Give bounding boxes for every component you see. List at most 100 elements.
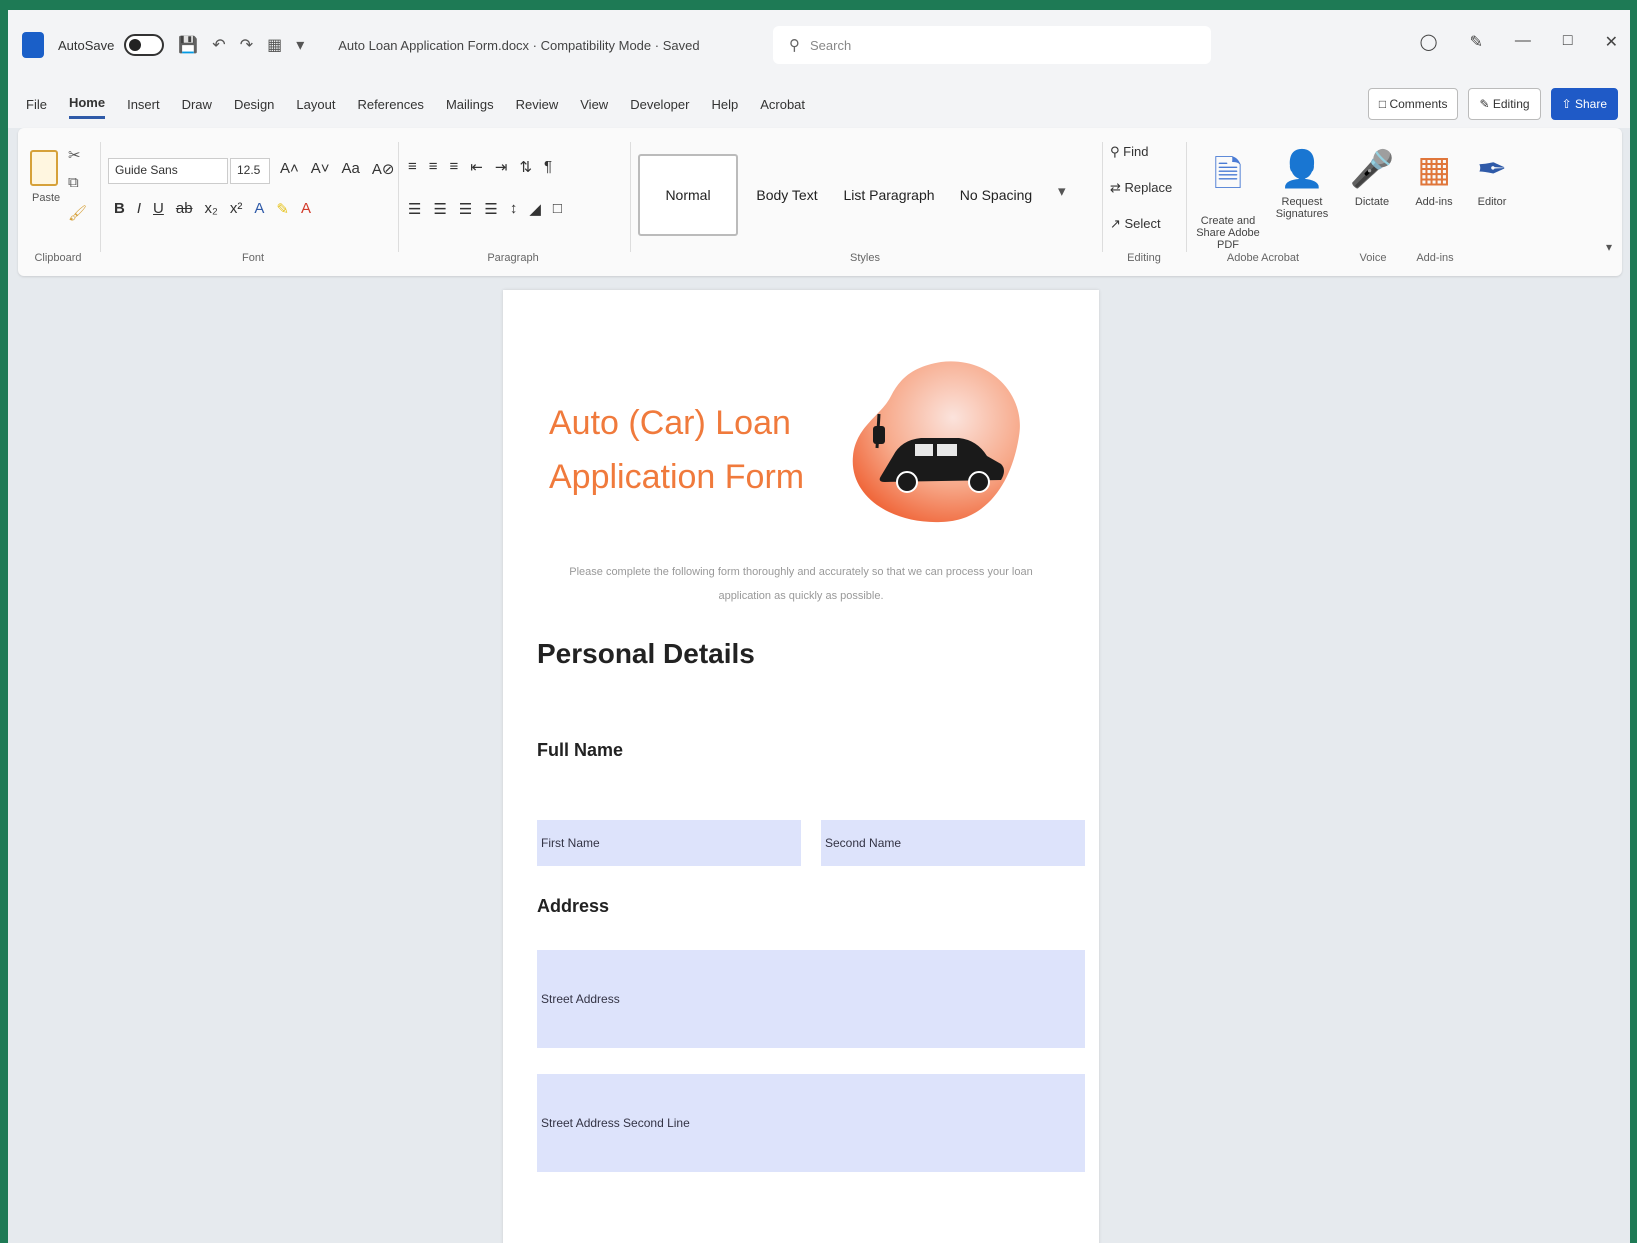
redo-icon[interactable]: ↷ xyxy=(240,35,253,55)
autosave-toggle[interactable] xyxy=(124,34,165,56)
styles-more-icon[interactable]: ▾ xyxy=(1058,182,1066,200)
customize-qat-icon[interactable]: ▾ xyxy=(296,35,304,55)
paragraph-group-label: Paragraph xyxy=(487,252,539,264)
minimize-icon[interactable]: — xyxy=(1515,32,1531,52)
street-address-2-field[interactable]: Street Address Second Line xyxy=(537,1074,1085,1172)
comment-icon: □ xyxy=(1378,97,1390,111)
font-group: Guide Sans 12.5 A˄ A˅ Aa A⊘ B I U ab x₂ … xyxy=(18,136,398,268)
alignment-tools: ☰ ☰ ☰ ☰ ↕ ◢ □ xyxy=(408,200,562,218)
decrease-indent-icon[interactable]: ⇤ xyxy=(470,158,483,176)
tab-review[interactable]: Review xyxy=(516,91,559,118)
signature-icon: 👤 xyxy=(1279,148,1325,189)
street-address-placeholder: Street Address xyxy=(541,992,620,1006)
undo-icon[interactable]: ↶ xyxy=(212,35,225,55)
tab-home[interactable]: Home xyxy=(68,89,106,119)
change-case-icon[interactable]: Aa xyxy=(342,160,360,178)
italic-icon[interactable]: I xyxy=(137,200,141,218)
editing-group: ⚲ Find ⇄ Replace ↗ Select Editing xyxy=(1104,136,1184,268)
borders-icon[interactable]: □ xyxy=(553,200,562,218)
subscript-icon[interactable]: x₂ xyxy=(205,200,218,218)
replace-label: Replace xyxy=(1124,180,1173,195)
create-pdf-button[interactable]: 🗎 Create and Share Adobe PDF xyxy=(1188,148,1268,251)
tab-references[interactable]: References xyxy=(357,91,423,118)
share-button[interactable]: ⇧ Share xyxy=(1550,88,1618,120)
editing-button[interactable]: ✎ Editing xyxy=(1468,88,1541,120)
underline-icon[interactable]: U xyxy=(153,200,164,218)
editor-group: ✒ Editor xyxy=(1458,136,1528,268)
clear-format-icon[interactable]: A⊘ xyxy=(372,160,395,178)
font-format-tools: B I U ab x₂ x² A ✎ A xyxy=(114,200,311,218)
first-name-placeholder: First Name xyxy=(541,836,600,850)
car-badge-image xyxy=(852,361,1020,523)
shrink-font-icon[interactable]: A˅ xyxy=(311,160,330,178)
shading-icon[interactable]: ◢ xyxy=(529,200,541,218)
collapse-ribbon-icon[interactable]: ▾ xyxy=(1606,240,1612,254)
ribbon-tabs: File Home Insert Draw Design Layout Refe… xyxy=(8,80,1630,128)
form-heading: Auto (Car) Loan Application Form xyxy=(549,396,829,504)
align-right-icon[interactable]: ☰ xyxy=(459,200,472,218)
style-body-text[interactable]: Body Text xyxy=(742,154,832,236)
heading-line-1: Auto (Car) Loan xyxy=(549,404,791,442)
search-box[interactable]: ⚲ Search xyxy=(773,26,1211,64)
maximize-icon[interactable]: □ xyxy=(1563,32,1573,52)
style-normal[interactable]: Normal xyxy=(638,154,738,236)
find-item[interactable]: ⚲ Find xyxy=(1110,144,1148,160)
bold-icon[interactable]: B xyxy=(114,200,125,218)
style-list-paragraph[interactable]: List Paragraph xyxy=(834,154,944,236)
editing-label: Editing xyxy=(1492,97,1530,111)
street-address-field[interactable]: Street Address xyxy=(537,950,1085,1048)
pen-icon[interactable]: ✎ xyxy=(1470,32,1483,52)
text-effects-icon[interactable]: A xyxy=(254,200,264,218)
pdf-icon: 🗎 xyxy=(1213,153,1243,194)
justify-icon[interactable]: ☰ xyxy=(484,200,497,218)
first-name-field[interactable]: First Name xyxy=(537,820,801,866)
font-color-icon[interactable]: A xyxy=(301,200,311,218)
word-window: AutoSave 💾 ↶ ↷ ▦ ▾ Auto Loan Application… xyxy=(8,10,1630,1243)
request-signatures-button[interactable]: 👤 Request Signatures xyxy=(1262,148,1342,220)
tab-mailings[interactable]: Mailings xyxy=(446,91,494,118)
comments-button[interactable]: □ Comments xyxy=(1367,88,1459,120)
editor-button[interactable]: ✒ Editor xyxy=(1452,148,1532,208)
line-spacing-icon[interactable]: ↕ xyxy=(510,200,518,218)
styles-group-label: Styles xyxy=(850,252,880,264)
increase-indent-icon[interactable]: ⇥ xyxy=(495,158,508,176)
share-label: Share xyxy=(1574,97,1607,111)
adobe-group-label: Adobe Acrobat xyxy=(1226,252,1300,264)
tab-layout[interactable]: Layout xyxy=(296,91,335,118)
font-name-box[interactable]: Guide Sans xyxy=(108,158,228,184)
sort-icon[interactable]: ⇅ xyxy=(519,158,532,176)
close-icon[interactable]: ✕ xyxy=(1605,32,1618,52)
highlight-icon[interactable]: ✎ xyxy=(276,200,289,218)
grow-font-icon[interactable]: A˄ xyxy=(280,160,299,178)
font-size-box[interactable]: 12.5 xyxy=(230,158,270,184)
tab-design[interactable]: Design xyxy=(234,91,274,118)
lightbulb-icon[interactable]: ◯ xyxy=(1420,32,1438,52)
save-icon[interactable]: 💾 xyxy=(178,35,198,55)
tab-insert[interactable]: Insert xyxy=(127,91,160,118)
paragraph-group: ≡ ≡ ≡ ⇤ ⇥ ⇅ ¶ ☰ ☰ ☰ ☰ ↕ ◢ □ Paragraph xyxy=(398,136,628,268)
superscript-icon[interactable]: x² xyxy=(230,200,243,218)
voice-group-label: Voice xyxy=(1359,252,1387,264)
second-name-placeholder: Second Name xyxy=(825,836,902,850)
strikethrough-icon[interactable]: ab xyxy=(176,200,193,218)
select-item[interactable]: ↗ Select xyxy=(1110,216,1161,232)
pilcrow-icon[interactable]: ¶ xyxy=(544,158,552,176)
layout-icon[interactable]: ▦ xyxy=(267,35,282,55)
menu-right-actions: □ Comments ✎ Editing ⇧ Share xyxy=(1367,88,1618,120)
tab-help[interactable]: Help xyxy=(711,91,738,118)
style-no-spacing[interactable]: No Spacing xyxy=(946,154,1046,236)
tab-view[interactable]: View xyxy=(580,91,608,118)
numbering-icon[interactable]: ≡ xyxy=(429,158,438,176)
align-left-icon[interactable]: ☰ xyxy=(408,200,421,218)
replace-item[interactable]: ⇄ Replace xyxy=(1110,180,1172,196)
tab-file[interactable]: File xyxy=(26,91,47,118)
second-name-field[interactable]: Second Name xyxy=(821,820,1085,866)
tab-acrobat[interactable]: Acrobat xyxy=(760,91,805,118)
multilevel-list-icon[interactable]: ≡ xyxy=(450,158,459,176)
find-label: Find xyxy=(1123,144,1149,159)
bullets-icon[interactable]: ≡ xyxy=(408,158,417,176)
window-controls: ◯ ✎ — □ ✕ xyxy=(1420,32,1618,52)
align-center-icon[interactable]: ☰ xyxy=(433,200,446,218)
tab-draw[interactable]: Draw xyxy=(182,91,212,118)
tab-developer[interactable]: Developer xyxy=(630,91,689,118)
